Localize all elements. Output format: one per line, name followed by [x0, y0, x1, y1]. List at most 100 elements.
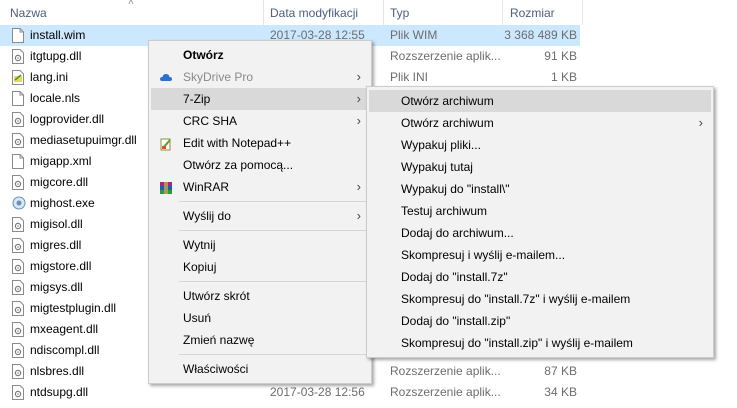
- column-header-bar: ˄ Nazwa Data modyfikacji Typ Rozmiar: [0, 0, 737, 25]
- file-type: Rozszerzenie aplik...: [390, 364, 501, 378]
- context-menu-item[interactable]: Edit with Notepad++: [151, 132, 369, 154]
- submenu-7zip-item[interactable]: Wypakuj tutaj: [369, 156, 711, 178]
- submenu-7zip-item[interactable]: Testuj archiwum: [369, 200, 711, 222]
- submenu-7zip-item[interactable]: Otwórz archiwum ›: [369, 112, 711, 134]
- gear-file-icon: [12, 112, 24, 127]
- submenu-7zip-item[interactable]: Wypakuj pliki...: [369, 134, 711, 156]
- menu-item-label: Wypakuj pliki...: [401, 138, 481, 152]
- context-menu-item[interactable]: Właściwości: [151, 358, 369, 380]
- chevron-right-icon: ›: [356, 179, 361, 194]
- menu-item-label: Skompresuj do "install.7z" i wyślij e-ma…: [401, 292, 631, 306]
- gear-file-icon: [12, 322, 24, 337]
- file-name: migstore.dll: [30, 259, 92, 273]
- menu-item-label: Otwórz archiwum: [401, 94, 494, 108]
- menu-separator: [179, 281, 367, 282]
- gear-file-icon: [12, 301, 24, 316]
- file-name: locale.nls: [30, 91, 81, 105]
- column-divider[interactable]: [502, 0, 503, 25]
- column-header-date[interactable]: Data modyfikacji: [270, 0, 358, 25]
- menu-item-label: Dodaj do archiwum...: [401, 226, 514, 240]
- winrar-icon: [159, 180, 173, 194]
- column-header-type[interactable]: Typ: [390, 0, 409, 25]
- submenu-7zip-item[interactable]: Skompresuj do "install.zip" i wyślij e-m…: [369, 332, 711, 354]
- file-name: migres.dll: [30, 238, 82, 252]
- sort-up-icon: ˄: [128, 0, 134, 8]
- ini-file-icon: [12, 70, 24, 85]
- submenu-7zip: Otwórz archiwum Otwórz archiwum › Wypakuj p…: [366, 86, 714, 358]
- gear-file-icon: [12, 217, 24, 232]
- file-name: migapp.xml: [30, 154, 92, 168]
- menu-item-label: Otwórz: [183, 48, 224, 62]
- column-header-name[interactable]: Nazwa: [10, 0, 47, 25]
- context-menu-item[interactable]: CRC SHA ›: [151, 110, 369, 132]
- menu-item-label: Wypakuj do "install\": [401, 182, 510, 196]
- context-menu-item[interactable]: Wyślij do ›: [151, 205, 369, 227]
- gear-file-icon: [12, 280, 24, 295]
- menu-item-label: Wytnij: [183, 238, 216, 252]
- gear-file-icon: [12, 364, 24, 379]
- chevron-right-icon: ›: [356, 69, 361, 84]
- menu-item-label: Usuń: [183, 311, 212, 325]
- menu-item-label: Edit with Notepad++: [183, 136, 292, 150]
- submenu-7zip-item[interactable]: Skompresuj i wyślij e-mailem...: [369, 244, 711, 266]
- menu-separator: [179, 230, 367, 231]
- context-menu-item[interactable]: Wytnij: [151, 234, 369, 256]
- skydrive-icon: [159, 70, 173, 84]
- chevron-right-icon: ›: [356, 113, 361, 128]
- menu-separator: [179, 201, 367, 202]
- context-menu-item[interactable]: Kopiuj: [151, 256, 369, 278]
- file-size: 91 KB: [544, 49, 577, 63]
- gear-file-icon: [12, 133, 24, 148]
- file-name: mediasetupuimgr.dll: [30, 133, 137, 147]
- exe-icon: [12, 196, 26, 211]
- menu-separator: [179, 354, 367, 355]
- gear-file-icon: [12, 175, 24, 190]
- context-menu-item[interactable]: Otwórz: [151, 44, 369, 66]
- file-name: lang.ini: [30, 70, 69, 84]
- file-type: Rozszerzenie aplik...: [390, 49, 501, 63]
- menu-item-label: WinRAR: [183, 180, 230, 194]
- context-menu-item[interactable]: 7-Zip ›: [151, 88, 369, 110]
- column-divider[interactable]: [263, 0, 264, 25]
- menu-item-label: Kopiuj: [183, 260, 217, 274]
- menu-item-label: Otwórz archiwum: [401, 116, 494, 130]
- submenu-7zip-item[interactable]: Skompresuj do "install.7z" i wyślij e-ma…: [369, 288, 711, 310]
- submenu-7zip-item[interactable]: Dodaj do "install.7z": [369, 266, 711, 288]
- submenu-7zip-item[interactable]: Otwórz archiwum: [369, 90, 711, 112]
- menu-item-label: Otwórz za pomocą...: [183, 158, 294, 172]
- context-menu-item[interactable]: Otwórz za pomocą...: [151, 154, 369, 176]
- gear-file-icon: [12, 343, 24, 358]
- context-menu-item[interactable]: SkyDrive Pro ›: [151, 66, 369, 88]
- menu-item-label: Skompresuj i wyślij e-mailem...: [401, 248, 566, 262]
- menu-item-label: Zmień nazwę: [183, 333, 255, 347]
- column-header-size[interactable]: Rozmiar: [510, 0, 555, 25]
- menu-item-label: Dodaj do "install.zip": [401, 314, 511, 328]
- file-row[interactable]: ntdsupg.dll 2017-03-28 12:56 Rozszerzenie …: [0, 382, 580, 403]
- menu-item-label: Wyślij do: [183, 209, 231, 223]
- submenu-7zip-item[interactable]: Wypakuj do "install\": [369, 178, 711, 200]
- chevron-right-icon: ›: [356, 91, 361, 106]
- menu-item-label: Wypakuj tutaj: [401, 160, 473, 174]
- submenu-7zip-item[interactable]: Dodaj do "install.zip": [369, 310, 711, 332]
- context-menu-item[interactable]: Usuń: [151, 307, 369, 329]
- gear-file-icon: [12, 238, 24, 253]
- file-icon: [12, 91, 24, 106]
- file-name: mxeagent.dll: [30, 322, 99, 336]
- file-size: 87 KB: [544, 364, 577, 378]
- file-size: 1 KB: [550, 70, 577, 84]
- file-date: 2017-03-28 12:56: [270, 385, 365, 399]
- file-name: migtestplugin.dll: [30, 301, 117, 315]
- context-menu-item[interactable]: Zmień nazwę: [151, 329, 369, 351]
- gear-file-icon: [12, 259, 24, 274]
- file-name: migsys.dll: [30, 280, 83, 294]
- menu-item-label: Dodaj do "install.7z": [401, 270, 508, 284]
- file-icon: [12, 28, 24, 43]
- file-name: mighost.exe: [30, 196, 95, 210]
- submenu-7zip-item[interactable]: Dodaj do archiwum...: [369, 222, 711, 244]
- column-divider[interactable]: [383, 0, 384, 25]
- context-menu-item[interactable]: Utwórz skrót: [151, 285, 369, 307]
- file-name: ntdsupg.dll: [30, 385, 89, 399]
- context-menu-item[interactable]: WinRAR ›: [151, 176, 369, 198]
- column-divider[interactable]: [582, 0, 583, 25]
- file-name: logprovider.dll: [30, 112, 105, 126]
